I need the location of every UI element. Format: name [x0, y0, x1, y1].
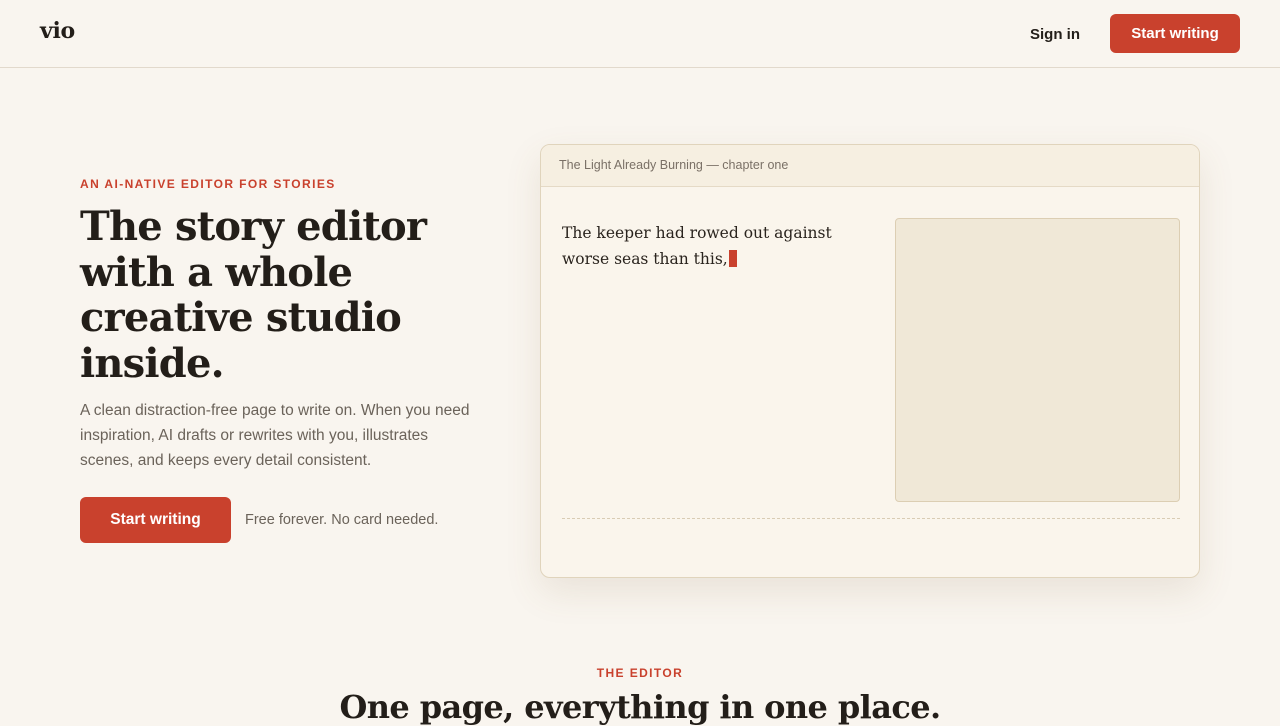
hero-headline: The story editor with a whole creative s…	[80, 203, 427, 387]
editor-divider	[562, 518, 1180, 519]
editor-title-bar: The Light Already Burning — chapter one	[541, 145, 1199, 187]
editor-preview: The Light Already Burning — chapter one …	[540, 144, 1200, 578]
sign-in-button[interactable]: Sign in	[1014, 22, 1096, 46]
hero-start-writing-button[interactable]: Start writing	[80, 497, 231, 543]
editor-body-text: The keeper had rowed out against worse s…	[562, 224, 832, 268]
illustration-placeholder	[895, 218, 1180, 502]
section-title: One page, everything in one place.	[339, 688, 941, 726]
section-eyebrow: THE EDITOR	[596, 666, 684, 680]
hero-subheadline: A clean distraction-free page to write o…	[80, 402, 470, 469]
nav-start-writing-button[interactable]: Start writing	[1110, 14, 1240, 53]
top-nav: vio Sign in Start writing	[0, 0, 1280, 68]
text-cursor	[728, 250, 737, 267]
logo[interactable]: vio	[40, 18, 75, 44]
cta-note: Free forever. No card needed.	[245, 512, 439, 528]
hero-eyebrow: AN AI-NATIVE EDITOR FOR STORIES	[80, 177, 336, 191]
document-title: The Light Already Burning — chapter one	[559, 158, 789, 172]
editor-text-area[interactable]: The keeper had rowed out against worse s…	[562, 220, 872, 272]
